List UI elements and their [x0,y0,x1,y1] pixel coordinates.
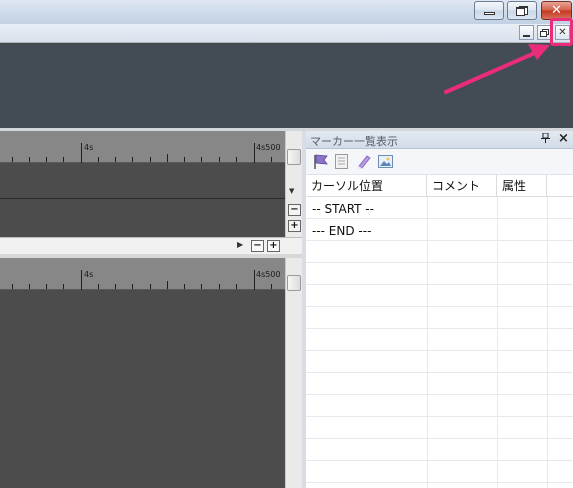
scrollbar-thumb[interactable] [287,275,301,291]
track-baseline [0,198,285,199]
mdi-restore-button[interactable] [537,25,552,40]
empty-row [306,417,573,439]
window-minimize-button[interactable] [474,1,504,20]
list-icon[interactable] [333,153,350,170]
flag-icon[interactable] [312,153,329,170]
window-maximize-button[interactable] [507,1,537,20]
time-ruler[interactable]: 4s 4s500 [0,258,285,290]
workspace-header-area [0,44,573,128]
ruler-minor-tick [29,157,30,162]
ruler-major-tick [254,143,255,163]
restore-icon [516,5,528,16]
mdi-minimize-button[interactable] [519,25,534,40]
time-ruler[interactable]: 4s 4s500 [0,131,285,163]
column-header-filler [547,175,573,197]
ruler-label: 4s [84,143,94,152]
ruler-minor-tick [115,284,116,289]
ruler-minor-tick [150,284,151,289]
empty-row [306,263,573,285]
ruler-minor-tick [46,157,47,162]
panel-toolbar [306,149,573,175]
ruler-major-tick [81,143,82,163]
timeline-track-bottom[interactable]: 4s 4s500 [0,258,285,488]
empty-row [306,351,573,373]
ruler-major-tick [81,270,82,290]
mdi-close-button[interactable]: ✕ [555,25,570,40]
ruler-minor-tick [271,284,272,289]
minimize-icon [523,34,530,37]
ruler-minor-tick [150,157,151,162]
vertical-zoom-in-button[interactable]: + [288,220,301,232]
minimize-icon [483,12,495,15]
window-close-button[interactable]: ✕ [541,1,572,20]
empty-row [306,439,573,461]
ruler-label: 4s500 [256,143,281,152]
track1-vertical-scrollbar[interactable]: ▼ − + [285,131,302,237]
empty-row [306,329,573,351]
horizontal-scrollbar[interactable]: ▶ − + [0,237,302,254]
empty-row [306,373,573,395]
app-window: ✕ ✕ 4s 4s500 ▼ − + ▶ − + 4s 4s500 マーカー一覧… [0,0,573,488]
ruler-minor-tick [201,284,202,289]
scrollbar-thumb[interactable] [287,149,301,165]
eraser-icon[interactable] [356,153,373,170]
mdi-control-strip: ✕ [0,24,573,43]
panel-title: マーカー一覧表示 [310,135,398,148]
window-titlebar: ✕ [0,0,573,24]
ruler-minor-tick [184,157,185,162]
marker-position: -- START -- [312,202,374,216]
ruler-minor-tick [98,157,99,162]
ruler-minor-tick [201,157,202,162]
vertical-zoom-out-button[interactable]: − [288,204,301,216]
ruler-minor-tick [12,157,13,162]
close-icon: ✕ [551,3,562,18]
empty-row [306,395,573,417]
panel-close-button[interactable]: × [558,131,569,146]
ruler-minor-tick [29,284,30,289]
ruler-minor-tick [132,284,133,289]
pin-icon[interactable] [541,132,550,146]
column-header-cursor-position[interactable]: カーソル位置 [306,175,427,197]
column-header-comment[interactable]: コメント [427,175,497,197]
scroll-right-arrow-icon[interactable]: ▶ [237,240,243,249]
restore-icon [540,28,549,37]
marker-list-panel: マーカー一覧表示 × カーソル位置 コメント 属性 -- START -- --… [306,131,573,488]
ruler-minor-tick [271,157,272,162]
empty-row [306,461,573,483]
ruler-minor-tick [219,157,220,162]
horizontal-zoom-in-button[interactable]: + [267,240,280,252]
empty-row [306,285,573,307]
ruler-mid-tick [167,154,168,162]
panel-titlebar: マーカー一覧表示 × [306,131,573,149]
empty-row [306,307,573,329]
empty-row [306,241,573,263]
ruler-minor-tick [63,284,64,289]
ruler-minor-tick [236,157,237,162]
scroll-down-arrow-icon[interactable]: ▼ [289,187,294,195]
marker-row[interactable]: --- END --- [306,219,573,241]
ruler-minor-tick [12,284,13,289]
ruler-minor-tick [46,284,47,289]
ruler-mid-tick [167,281,168,289]
horizontal-zoom-out-button[interactable]: − [251,240,264,252]
image-icon[interactable] [377,153,394,170]
ruler-minor-tick [219,284,220,289]
ruler-major-tick [254,270,255,290]
track2-vertical-scrollbar[interactable] [285,258,302,488]
ruler-label: 4s [84,270,94,279]
ruler-minor-tick [98,284,99,289]
ruler-minor-tick [132,157,133,162]
ruler-minor-tick [63,157,64,162]
close-icon: ✕ [558,26,567,38]
marker-row[interactable]: -- START -- [306,197,573,219]
ruler-label: 4s500 [256,270,281,279]
ruler-minor-tick [236,284,237,289]
marker-position: --- END --- [312,224,372,238]
column-header-attribute[interactable]: 属性 [497,175,547,197]
timeline-track-top[interactable]: 4s 4s500 [0,131,285,237]
ruler-minor-tick [115,157,116,162]
ruler-minor-tick [184,284,185,289]
